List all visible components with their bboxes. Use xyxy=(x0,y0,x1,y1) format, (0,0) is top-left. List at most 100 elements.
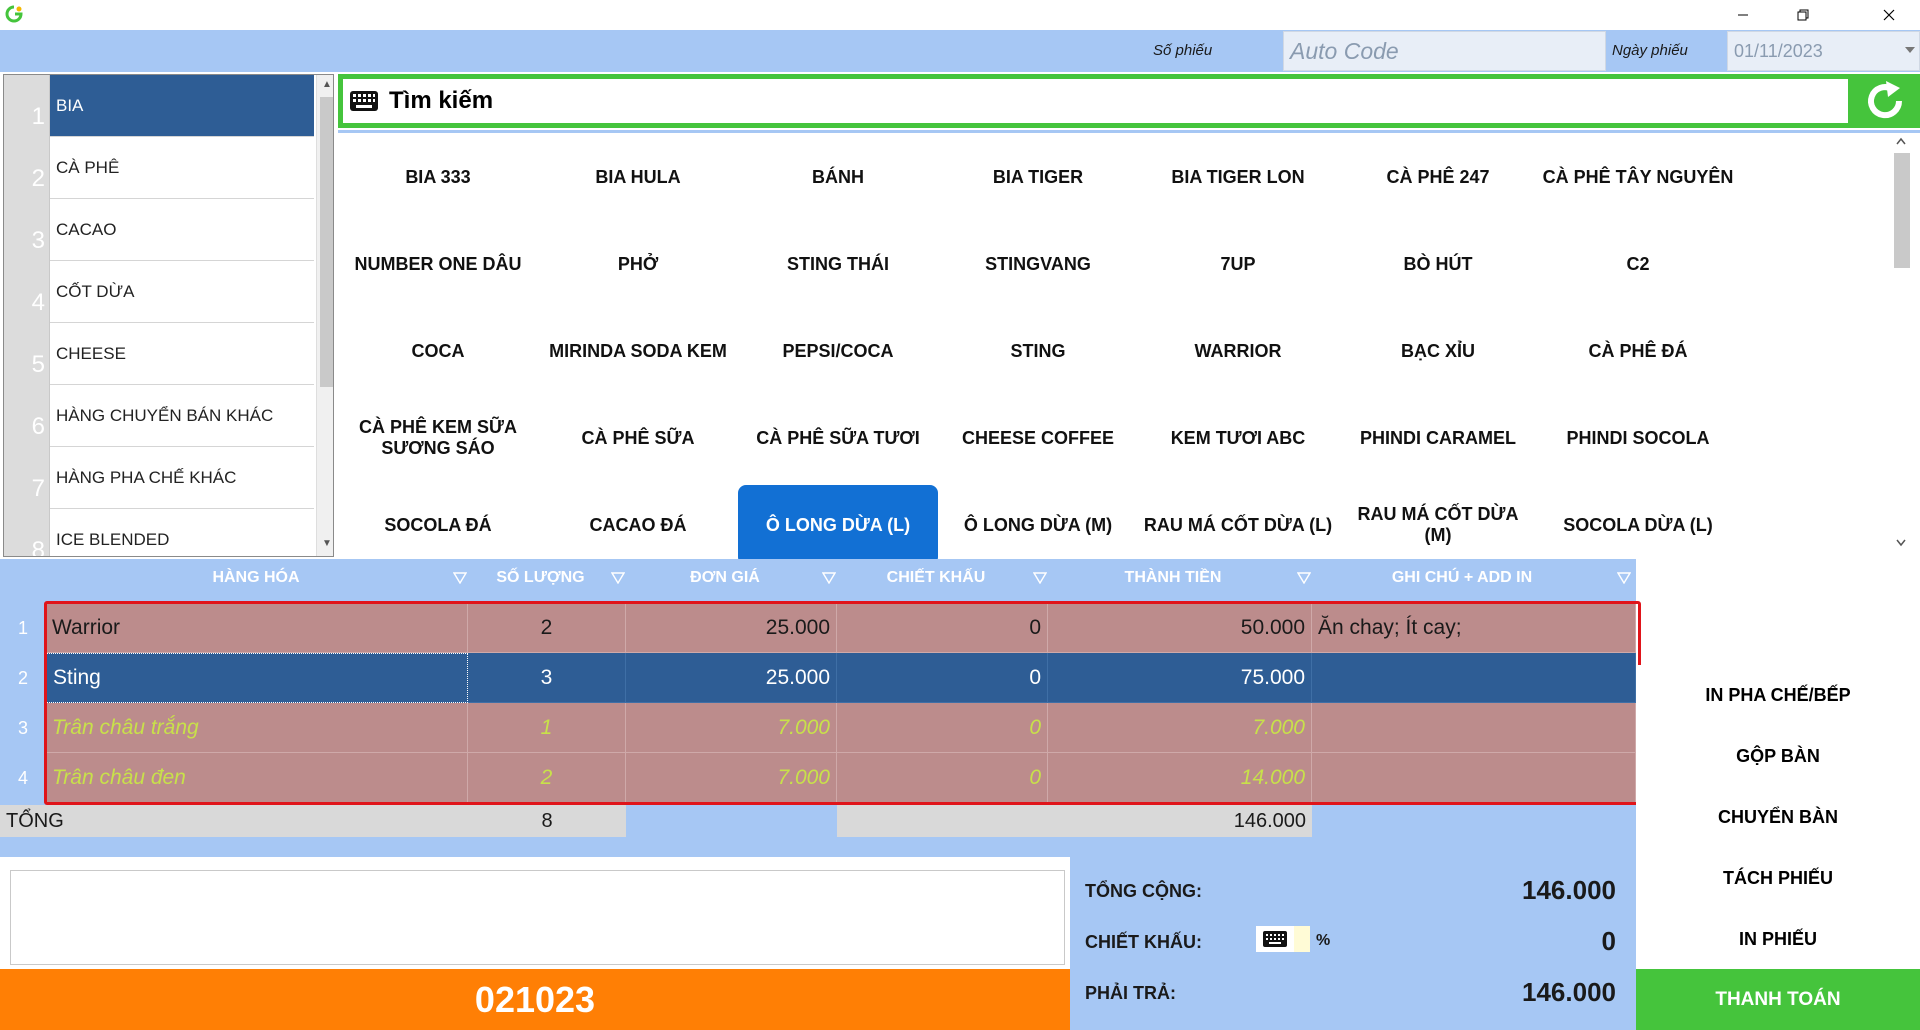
product-tile[interactable]: BIA 333 xyxy=(338,137,538,217)
col-ghi-chu[interactable]: GHI CHÚ + ADD IN xyxy=(1312,559,1612,597)
category-item-bia[interactable]: 1 BIA xyxy=(4,75,314,137)
product-tile[interactable]: CHEESE COFFEE xyxy=(938,398,1138,478)
product-tile[interactable]: PEPSI/COCA xyxy=(738,311,938,391)
filter-icon[interactable] xyxy=(1297,572,1311,584)
product-tile[interactable]: 7UP xyxy=(1138,224,1338,304)
note-textarea[interactable] xyxy=(10,870,1065,965)
thanh-toan-button[interactable]: THANH TOÁN xyxy=(1636,969,1920,1030)
cell-total[interactable]: 7.000 xyxy=(1048,703,1312,753)
filter-icon[interactable] xyxy=(453,572,467,584)
scroll-down-icon[interactable] xyxy=(1896,539,1906,547)
cell-note[interactable] xyxy=(1312,703,1636,753)
search-input[interactable]: Tìm kiếm xyxy=(343,79,1848,123)
cell-total[interactable]: 75.000 xyxy=(1048,653,1312,703)
product-tile[interactable]: STINGVANG xyxy=(938,224,1138,304)
product-tile[interactable]: RAU MÁ CỐT DỪA (L) xyxy=(1138,485,1338,565)
category-item-cacao[interactable]: 3 CACAO xyxy=(4,199,314,261)
scroll-up-icon[interactable] xyxy=(1896,137,1906,145)
filter-icon[interactable] xyxy=(611,572,625,584)
product-tile[interactable]: BIA HULA xyxy=(538,137,738,217)
product-tile[interactable]: CACAO ĐÁ xyxy=(538,485,738,565)
product-tile[interactable]: PHỞ xyxy=(538,224,738,304)
col-chiet-khau[interactable]: CHIẾT KHẤU xyxy=(837,559,1035,597)
minimize-button[interactable] xyxy=(1720,0,1766,30)
discount-percent-input[interactable] xyxy=(1294,926,1310,952)
cell-price[interactable]: 25.000 xyxy=(626,603,837,653)
product-scrollbar[interactable] xyxy=(1890,133,1912,557)
product-tile[interactable]: SOCOLA ĐÁ xyxy=(338,485,538,565)
product-tile[interactable]: PHINDI SOCOLA xyxy=(1538,398,1738,478)
cell-qty[interactable]: 3 xyxy=(468,653,626,703)
product-tile[interactable]: KEM TƯƠI ABC xyxy=(1138,398,1338,478)
cell-price[interactable]: 7.000 xyxy=(626,703,837,753)
chuyen-ban-button[interactable]: CHUYỂN BÀN xyxy=(1636,787,1920,848)
so-phieu-input[interactable]: Auto Code xyxy=(1283,31,1606,71)
category-item-hang-chuyen-ban-khac[interactable]: 6 HÀNG CHUYỂN BÁN KHÁC xyxy=(4,385,314,447)
table-row[interactable]: 1 Warrior 2 25.000 0 50.000 Ăn chay; Ít … xyxy=(0,603,1636,653)
filter-icon[interactable] xyxy=(1033,572,1047,584)
cell-qty[interactable]: 2 xyxy=(468,603,626,653)
cell-name[interactable]: Warrior xyxy=(46,603,468,653)
cell-name[interactable]: Trân châu đen xyxy=(46,753,468,803)
product-tile[interactable]: CÀ PHÊ 247 xyxy=(1338,137,1538,217)
product-tile[interactable]: BÁNH xyxy=(738,137,938,217)
cell-discount[interactable]: 0 xyxy=(837,753,1048,803)
col-so-luong[interactable]: SỐ LƯỢNG xyxy=(468,559,613,597)
category-item-cheese[interactable]: 5 CHEESE xyxy=(4,323,314,385)
chevron-down-icon[interactable] xyxy=(1905,47,1915,53)
category-item-ca-phe[interactable]: 2 CÀ PHÊ xyxy=(4,137,314,199)
table-row-addon[interactable]: 3 Trân châu trắng 1 7.000 0 7.000 xyxy=(0,703,1636,753)
discount-keyboard-button[interactable] xyxy=(1256,926,1294,952)
category-item-hang-pha-che-khac[interactable]: 7 HÀNG PHA CHẾ KHÁC xyxy=(4,447,314,509)
product-tile[interactable]: MIRINDA SODA KEM xyxy=(538,311,738,391)
cell-qty[interactable]: 1 xyxy=(468,703,626,753)
ngay-phieu-date-picker[interactable]: 01/11/2023 xyxy=(1727,31,1920,71)
table-row-addon[interactable]: 4 Trân châu đen 2 7.000 0 14.000 xyxy=(0,753,1636,803)
product-tile[interactable]: C2 xyxy=(1538,224,1738,304)
keyboard-icon[interactable] xyxy=(349,90,379,112)
table-row[interactable]: 2 Sting 3 25.000 0 75.000 xyxy=(0,653,1636,703)
product-tile[interactable]: CÀ PHÊ TÂY NGUYÊN xyxy=(1538,137,1738,217)
col-hang-hoa[interactable]: HÀNG HÓA xyxy=(46,559,466,597)
category-scrollbar[interactable]: ▲ ▼ xyxy=(316,75,333,556)
product-tile[interactable]: CÀ PHÊ SỮA TƯƠI xyxy=(738,398,938,478)
product-tile[interactable]: PHINDI CARAMEL xyxy=(1338,398,1538,478)
product-tile[interactable]: BIA TIGER xyxy=(938,137,1138,217)
scroll-up-icon[interactable]: ▲ xyxy=(322,79,332,90)
close-button[interactable] xyxy=(1866,0,1912,30)
cell-price[interactable]: 7.000 xyxy=(626,753,837,803)
col-don-gia[interactable]: ĐƠN GIÁ xyxy=(626,559,824,597)
cell-discount[interactable]: 0 xyxy=(837,653,1048,703)
in-pha-che-button[interactable]: IN PHA CHẾ/BẾP xyxy=(1636,665,1920,726)
product-tile[interactable]: SOCOLA DỪA (L) xyxy=(1538,485,1738,565)
product-tile[interactable]: Ô LONG DỪA (L) xyxy=(738,485,938,565)
scroll-down-icon[interactable]: ▼ xyxy=(322,538,332,549)
filter-icon[interactable] xyxy=(1617,572,1631,584)
product-tile[interactable]: COCA xyxy=(338,311,538,391)
product-tile[interactable]: RAU MÁ CỐT DỪA (M) xyxy=(1338,485,1538,565)
product-tile[interactable]: WARRIOR xyxy=(1138,311,1338,391)
gop-ban-button[interactable]: GỘP BÀN xyxy=(1636,726,1920,787)
product-tile[interactable]: BẠC XỈU xyxy=(1338,311,1538,391)
cell-price[interactable]: 25.000 xyxy=(626,653,837,703)
cell-qty[interactable]: 2 xyxy=(468,753,626,803)
in-phieu-button[interactable]: IN PHIẾU xyxy=(1636,909,1920,970)
product-tile[interactable]: BIA TIGER LON xyxy=(1138,137,1338,217)
cell-total[interactable]: 50.000 xyxy=(1048,603,1312,653)
refresh-button[interactable] xyxy=(1852,74,1918,128)
product-tile[interactable]: BÒ HÚT xyxy=(1338,224,1538,304)
product-tile[interactable]: CÀ PHÊ ĐÁ xyxy=(1538,311,1738,391)
product-tile[interactable]: Ô LONG DỪA (M) xyxy=(938,485,1138,565)
cell-discount[interactable]: 0 xyxy=(837,703,1048,753)
product-tile[interactable]: CÀ PHÊ KEM SỮA SƯƠNG SÁO xyxy=(338,398,538,478)
cell-note[interactable]: Ăn chay; Ít cay; xyxy=(1312,603,1636,653)
product-tile[interactable]: STING THÁI xyxy=(738,224,938,304)
product-tile[interactable]: STING xyxy=(938,311,1138,391)
scrollbar-thumb[interactable] xyxy=(1894,153,1910,268)
cell-total[interactable]: 14.000 xyxy=(1048,753,1312,803)
filter-icon[interactable] xyxy=(822,572,836,584)
col-thanh-tien[interactable]: THÀNH TIỀN xyxy=(1048,559,1298,597)
cell-name[interactable]: Sting xyxy=(46,653,468,703)
scrollbar-thumb[interactable] xyxy=(320,97,333,387)
product-tile[interactable]: NUMBER ONE DÂU xyxy=(338,224,538,304)
